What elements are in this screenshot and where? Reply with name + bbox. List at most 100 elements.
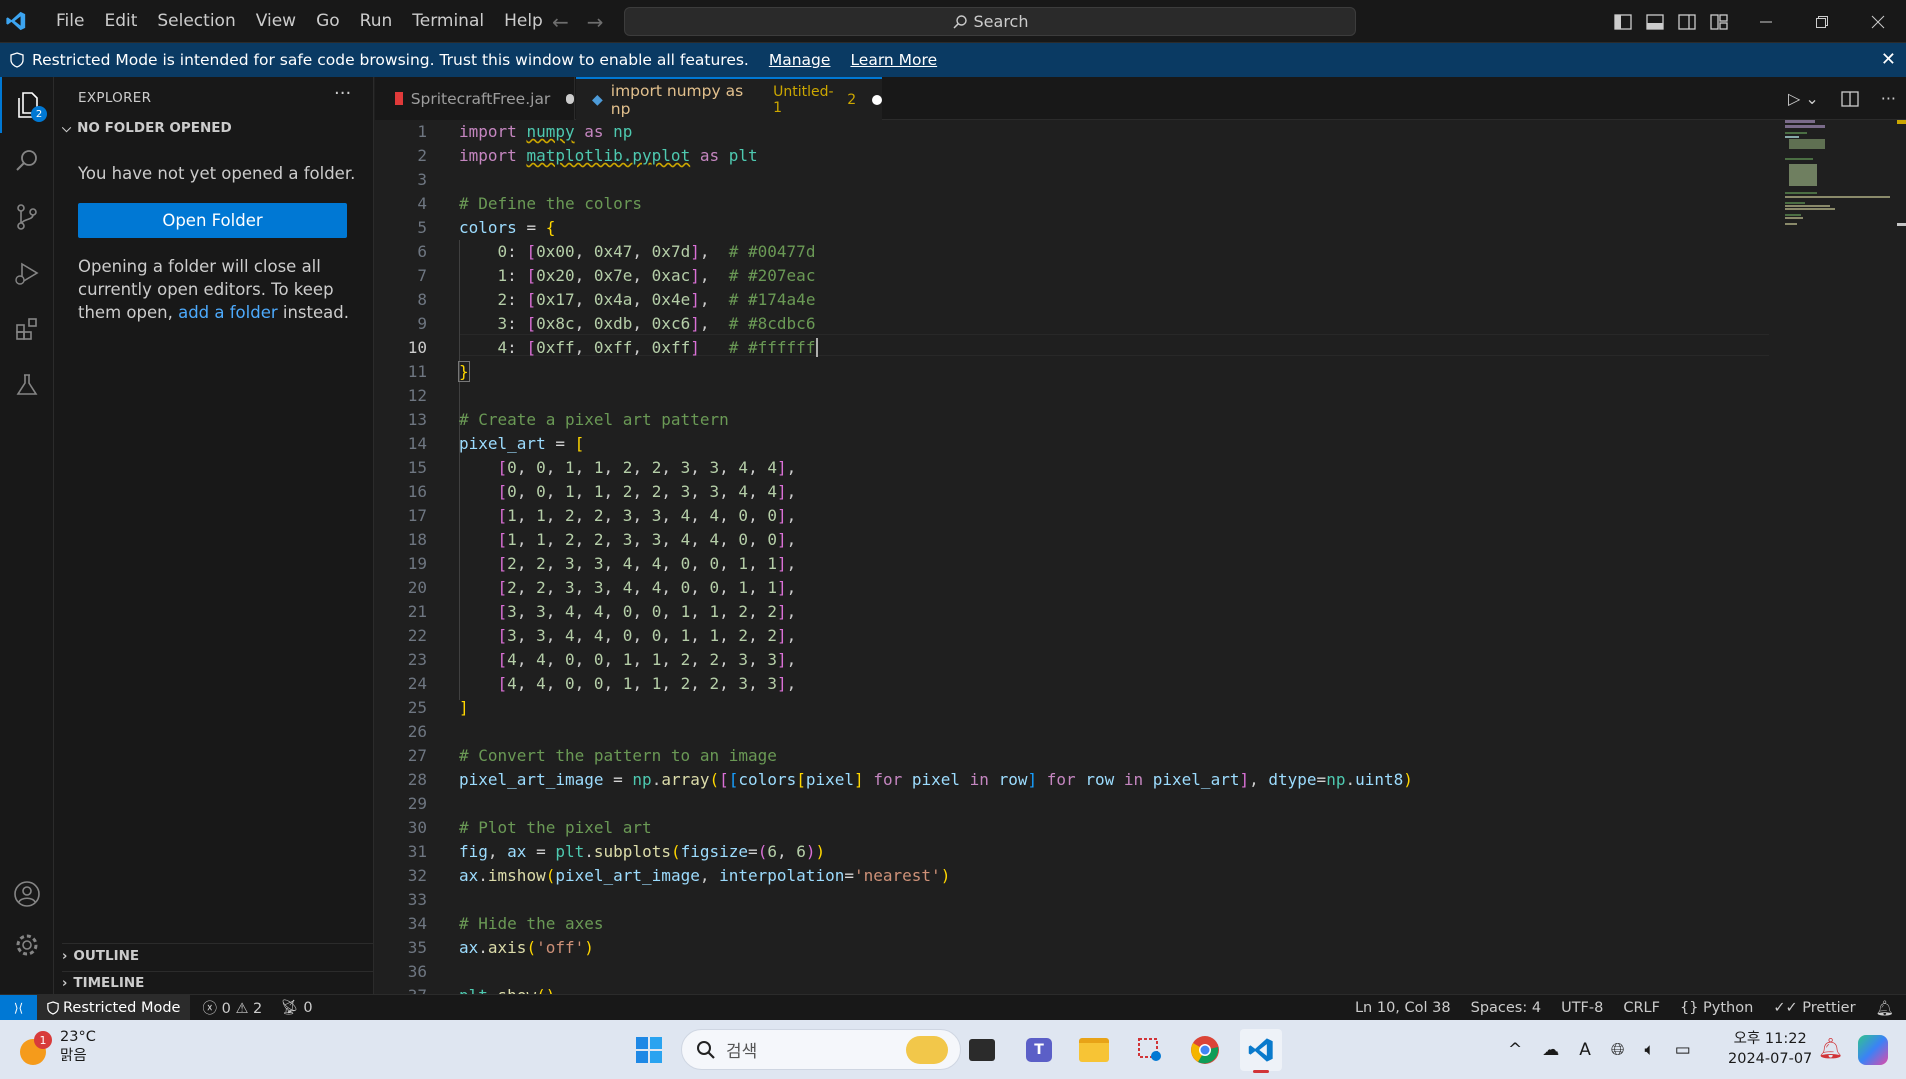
menu-run[interactable]: Run	[350, 0, 403, 43]
code-line[interactable]: pixel_art_image = np.array([[colors[pixe…	[459, 768, 1413, 792]
code-editor[interactable]: 1 import numpy as np 2 import matplotlib…	[375, 120, 1906, 994]
close-window-icon[interactable]	[1850, 0, 1906, 43]
code-line[interactable]: import numpy as np	[459, 120, 632, 144]
notification-bell-icon[interactable]: 🔔︎	[1818, 1036, 1843, 1060]
onedrive-icon[interactable]: ☁	[1542, 1040, 1559, 1060]
task-view-button[interactable]	[961, 1029, 1003, 1071]
no-folder-section-header[interactable]: ⌵ NO FOLDER OPENED	[62, 120, 232, 136]
extensions-activity[interactable]	[0, 301, 54, 357]
code-line[interactable]: [3, 3, 4, 4, 0, 0, 1, 1, 2, 2],	[459, 624, 797, 648]
explorer-activity[interactable]: 2	[0, 77, 54, 133]
code-line[interactable]: [0, 0, 1, 1, 2, 2, 3, 3, 4, 4],	[459, 456, 797, 480]
code-line[interactable]: [2, 2, 3, 3, 4, 4, 0, 0, 1, 1],	[459, 576, 797, 600]
command-center-search[interactable]: Search	[624, 7, 1356, 36]
chrome-button[interactable]	[1184, 1029, 1226, 1071]
timeline-section-header[interactable]: › TIMELINE	[62, 971, 373, 991]
minimap[interactable]	[1785, 120, 1895, 240]
start-button[interactable]	[628, 1029, 670, 1071]
menu-go[interactable]: Go	[306, 0, 350, 43]
chevron-up-icon[interactable]: ^	[1508, 1040, 1522, 1060]
weather-widget[interactable]: 1 23°C 맑음	[16, 1028, 96, 1066]
file-explorer-button[interactable]	[1073, 1029, 1115, 1071]
menu-help[interactable]: Help	[494, 0, 553, 43]
vertical-scrollbar[interactable]	[1897, 120, 1906, 994]
code-line[interactable]: plt.show()	[459, 984, 555, 994]
ime-icon[interactable]: A	[1579, 1040, 1591, 1060]
code-line[interactable]: colors = {	[459, 216, 555, 240]
source-control-activity[interactable]	[0, 189, 54, 245]
outline-section-header[interactable]: › OUTLINE	[62, 943, 373, 964]
indentation[interactable]: Spaces: 4	[1471, 1000, 1541, 1016]
testing-activity[interactable]	[0, 357, 54, 413]
menu-selection[interactable]: Selection	[147, 0, 245, 43]
manage-link[interactable]: Manage	[769, 51, 831, 69]
encoding[interactable]: UTF-8	[1561, 1000, 1603, 1016]
minimize-icon[interactable]	[1738, 0, 1794, 43]
close-banner-icon[interactable]: ✕	[1881, 49, 1896, 70]
accounts-activity[interactable]	[0, 866, 54, 922]
code-line[interactable]: [4, 4, 0, 0, 1, 1, 2, 2, 3, 3],	[459, 648, 797, 672]
code-line[interactable]: [4, 4, 0, 0, 1, 1, 2, 2, 3, 3],	[459, 672, 797, 696]
copilot-icon[interactable]	[1858, 1035, 1888, 1065]
tab-spritecraft[interactable]: SpritecraftFree.jar	[375, 77, 575, 120]
language-mode[interactable]: {} Python	[1680, 1000, 1753, 1016]
snipping-tool-button[interactable]	[1129, 1029, 1171, 1071]
code-line[interactable]: ax.axis('off')	[459, 936, 594, 960]
forward-arrow-icon[interactable]: →	[587, 10, 604, 34]
code-line[interactable]: ]	[459, 696, 469, 720]
toggle-primary-sidebar-icon[interactable]	[1614, 13, 1632, 30]
code-line[interactable]: 3: [0x8c, 0xdb, 0xc6], # #8cdbc6	[459, 312, 816, 336]
vscode-taskbar-button[interactable]	[1240, 1029, 1282, 1073]
menu-terminal[interactable]: Terminal	[402, 0, 494, 43]
add-folder-link[interactable]: add a folder	[178, 303, 278, 322]
code-line[interactable]: 1: [0x20, 0x7e, 0xac], # #207eac	[459, 264, 816, 288]
unsaved-dot-icon[interactable]	[566, 93, 574, 104]
code-line[interactable]: [2, 2, 3, 3, 4, 4, 0, 0, 1, 1],	[459, 552, 797, 576]
split-editor-icon[interactable]	[1841, 90, 1859, 107]
restricted-mode-status[interactable]: Restricted Mode	[37, 994, 191, 1021]
cursor-position[interactable]: Ln 10, Col 38	[1355, 1000, 1451, 1016]
code-line[interactable]: import matplotlib.pyplot as plt	[459, 144, 758, 168]
ports-status[interactable]: 📡︎ 0	[280, 999, 312, 1016]
remote-indicator[interactable]: ⟩⟨	[0, 994, 37, 1021]
run-debug-activity[interactable]	[0, 245, 54, 301]
more-actions-icon[interactable]: ···	[334, 83, 351, 104]
volume-muted-icon[interactable]: 🔈︎	[1645, 1040, 1655, 1060]
code-line[interactable]: 2: [0x17, 0x4a, 0x4e], # #174a4e	[459, 288, 816, 312]
unsaved-dot-icon[interactable]	[872, 95, 882, 105]
toggle-panel-icon[interactable]	[1646, 13, 1664, 30]
code-line[interactable]: 0: [0x00, 0x47, 0x7d], # #00477d	[459, 240, 816, 264]
code-line[interactable]: # Hide the axes	[459, 912, 604, 936]
open-folder-button[interactable]: Open Folder	[78, 203, 347, 238]
menu-file[interactable]: File	[46, 0, 94, 43]
learn-more-link[interactable]: Learn More	[850, 51, 937, 69]
prettier-status[interactable]: ✓✓ Prettier	[1773, 1000, 1855, 1016]
restore-icon[interactable]	[1794, 0, 1850, 43]
problems-status[interactable]: ⓧ 0 ⚠ 2	[202, 997, 262, 1018]
code-line[interactable]: # Convert the pattern to an image	[459, 744, 777, 768]
run-python-icon[interactable]: ▷ ⌄	[1788, 89, 1819, 108]
back-arrow-icon[interactable]: ←	[552, 10, 569, 34]
code-line[interactable]: [1, 1, 2, 2, 3, 3, 4, 4, 0, 0],	[459, 504, 797, 528]
menu-view[interactable]: View	[246, 0, 306, 43]
more-actions-icon[interactable]: ···	[1881, 89, 1896, 108]
customize-layout-icon[interactable]	[1710, 13, 1728, 30]
code-line[interactable]: pixel_art = [	[459, 432, 584, 456]
notifications-bell-icon[interactable]: 🔔︎	[1876, 1000, 1894, 1017]
code-line[interactable]: # Create a pixel art pattern	[459, 408, 729, 432]
code-line[interactable]: [1, 1, 2, 2, 3, 3, 4, 4, 0, 0],	[459, 528, 797, 552]
code-line[interactable]: # Define the colors	[459, 192, 642, 216]
teams-button[interactable]: T	[1018, 1029, 1060, 1071]
code-line[interactable]: ax.imshow(pixel_art_image, interpolation…	[459, 864, 950, 888]
clock[interactable]: 오후 11:22 2024-07-07	[1728, 1029, 1812, 1069]
code-line[interactable]: [0, 0, 1, 1, 2, 2, 3, 3, 4, 4],	[459, 480, 797, 504]
code-line[interactable]: # Plot the pixel art	[459, 816, 652, 840]
manage-activity[interactable]	[0, 917, 54, 973]
end-of-line[interactable]: CRLF	[1623, 1000, 1660, 1016]
menu-edit[interactable]: Edit	[94, 0, 147, 43]
search-activity[interactable]	[0, 133, 54, 189]
taskbar-search[interactable]: 검색	[681, 1029, 961, 1070]
code-line[interactable]: fig, ax = plt.subplots(figsize=(6, 6))	[459, 840, 825, 864]
toggle-secondary-sidebar-icon[interactable]	[1678, 13, 1696, 30]
code-line[interactable]: }	[458, 360, 470, 384]
